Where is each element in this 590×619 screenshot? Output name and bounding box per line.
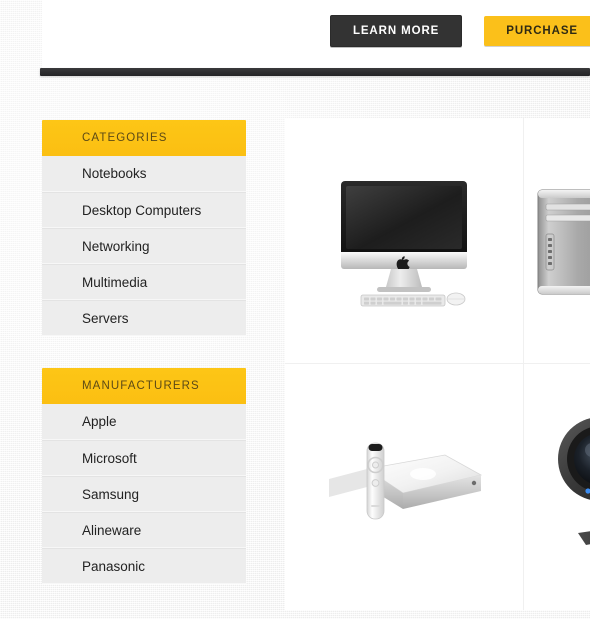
sidebar-item-label: Notebooks [82,166,147,181]
sidebar-item-label: Servers [82,310,129,326]
sidebar-item-servers[interactable]: Servers [42,300,246,336]
purchase-button[interactable]: PURCHASE [484,16,590,46]
manufacturers-list: Apple Microsoft Samsung Alineware Panaso… [42,404,246,584]
product-tile-media-player-with-remote[interactable] [285,364,524,610]
sidebar-item-multimedia[interactable]: Multimedia [42,264,246,300]
sidebar-item-networking[interactable]: Networking [42,228,246,264]
sidebar-item-samsung[interactable]: Samsung [42,476,246,512]
product-tile-hd-webcam[interactable]: HD [524,364,590,610]
mac-mini-remote-icon [329,442,483,520]
tower-computer-icon [537,189,590,294]
sidebar-item-label: Networking [82,238,150,254]
sidebar-item-label: Samsung [82,486,140,502]
product-tile-all-in-one-desktop-computer[interactable] [285,118,524,364]
sidebar-item-label: Panasonic [82,558,146,574]
sidebar: CATEGORIES Notebooks Desktop Computers N… [42,120,246,616]
manufacturers-widget-title: MANUFACTURERS [42,368,246,404]
categories-widget-title: CATEGORIES [42,120,246,156]
sidebar-item-alineware[interactable]: Alineware [42,512,246,548]
learn-more-button[interactable]: LEARN MORE [329,15,463,47]
sidebar-item-microsoft[interactable]: Microsoft [42,440,246,476]
hd-webcam-icon: HD [558,418,590,545]
sidebar-item-label: Microsoft [82,450,137,466]
sidebar-item-label: Multimedia [82,274,148,290]
header-action-buttons: LEARN MORE PURCHASE [329,15,590,47]
sidebar-item-notebooks[interactable]: Notebooks [42,156,246,192]
imac-desktop-icon [341,180,467,306]
sidebar-item-apple[interactable]: Apple [42,404,246,440]
sidebar-item-panasonic[interactable]: Panasonic [42,548,246,584]
sidebar-item-label: Alineware [82,522,142,538]
categories-list: Notebooks Desktop Computers Networking M… [42,156,246,336]
sidebar-item-label: Desktop Computers [82,202,202,218]
categories-widget: CATEGORIES Notebooks Desktop Computers N… [42,120,246,336]
sidebar-item-desktop-computers[interactable]: Desktop Computers [42,192,246,228]
manufacturers-widget: MANUFACTURERS Apple Microsoft Samsung Al… [42,368,246,584]
product-grid: HD [285,118,590,610]
product-tile-tower-workstation[interactable] [524,118,590,364]
header-panel: LEARN MORE PURCHASE [42,0,590,70]
header-divider-bar [40,68,590,76]
sidebar-item-label: Apple [82,414,117,429]
